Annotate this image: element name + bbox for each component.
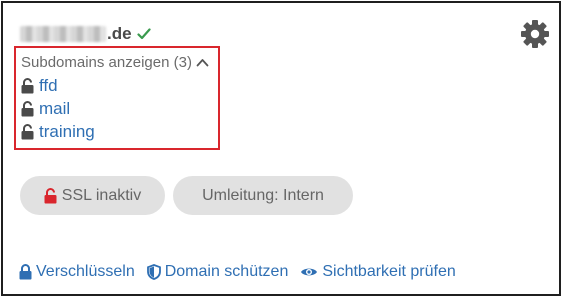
lock-open-icon	[21, 124, 34, 140]
subdomains-toggle-label: Subdomains anzeigen (3)	[21, 54, 192, 71]
check-icon	[136, 28, 151, 40]
shield-icon	[146, 264, 161, 280]
subdomains-panel: Subdomains anzeigen (3) ffd mail trainin…	[14, 46, 220, 150]
subdomain-link[interactable]: ffd	[39, 76, 58, 96]
lock-open-icon	[21, 78, 34, 94]
subdomains-toggle[interactable]: Subdomains anzeigen (3)	[21, 54, 209, 71]
ssl-status-button[interactable]: SSL inaktiv	[20, 176, 165, 215]
domain-card: .de Subdomains anzeigen (3) ffd mail tra…	[1, 1, 561, 296]
blurred-domain-name	[20, 26, 106, 42]
protect-domain-label: Domain schützen	[164, 263, 289, 280]
protect-domain-link[interactable]: Domain schützen	[146, 263, 289, 281]
visibility-check-link[interactable]: Sichtbarkeit prüfen	[300, 263, 456, 281]
subdomain-item: training	[21, 122, 95, 142]
settings-gear-icon[interactable]	[520, 19, 550, 49]
encrypt-link[interactable]: Verschlüsseln	[19, 263, 135, 281]
subdomain-link[interactable]: mail	[39, 99, 70, 119]
chevron-up-icon	[196, 58, 209, 67]
domain-tld: .de	[107, 24, 132, 43]
eye-icon	[300, 266, 318, 278]
lock-icon	[19, 264, 32, 280]
subdomain-link[interactable]: training	[39, 122, 95, 142]
lock-open-icon	[21, 101, 34, 117]
lock-open-icon	[44, 187, 57, 204]
ssl-status-label: SSL inaktiv	[61, 186, 142, 204]
redirect-label: Umleitung: Intern	[202, 186, 324, 204]
visibility-check-label: Sichtbarkeit prüfen	[322, 263, 456, 280]
subdomain-item: ffd	[21, 76, 58, 96]
encrypt-label: Verschlüsseln	[36, 263, 135, 280]
action-links: Verschlüsseln Domain schützen Sichtbarke…	[19, 263, 468, 281]
domain-header: .de	[20, 20, 151, 48]
subdomain-item: mail	[21, 99, 70, 119]
redirect-button[interactable]: Umleitung: Intern	[173, 176, 353, 215]
